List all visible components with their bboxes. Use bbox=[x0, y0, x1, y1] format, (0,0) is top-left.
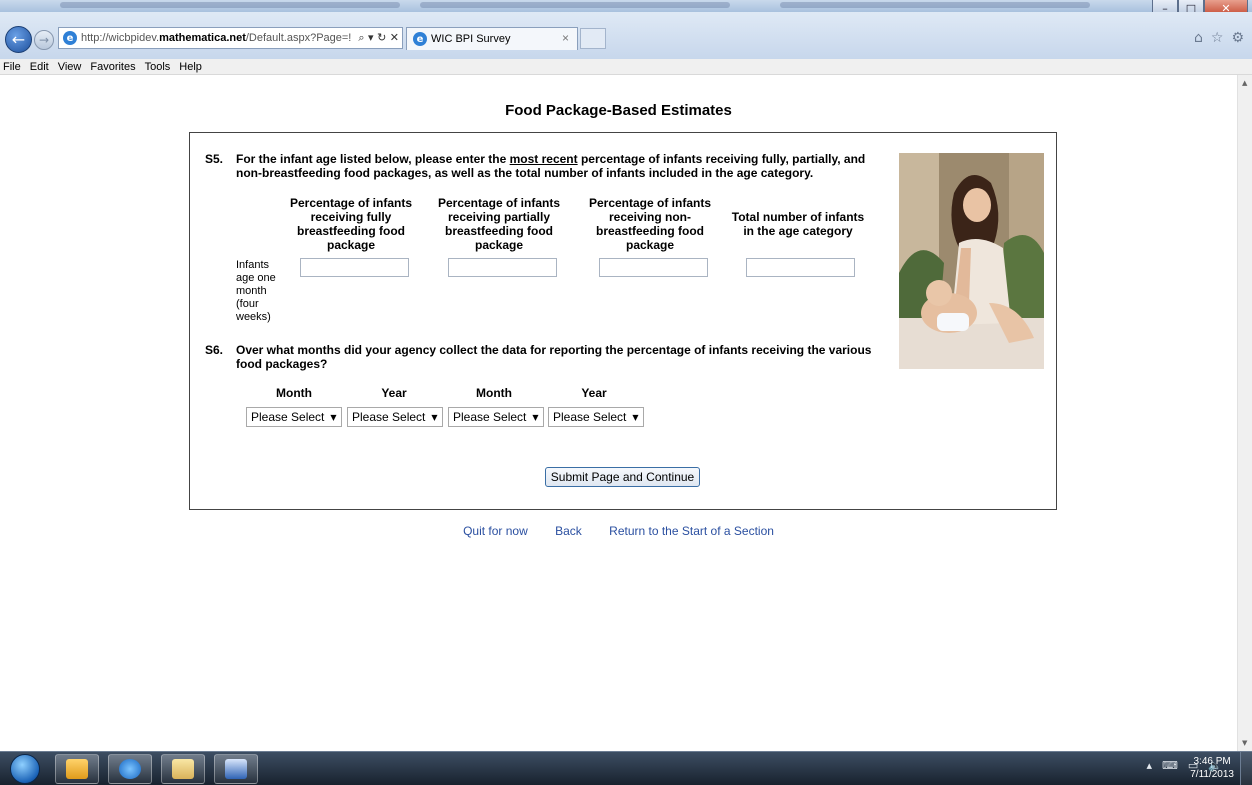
column-header-partially: Percentage of infants receiving partiall… bbox=[437, 196, 561, 252]
back-link[interactable]: Back bbox=[555, 524, 582, 538]
search-refresh-stop-icons[interactable]: ⌕ ▾ ↻ ✕ bbox=[356, 31, 399, 45]
folder-icon bbox=[172, 759, 194, 779]
url-domain: mathematica.net bbox=[159, 32, 246, 44]
vertical-scrollbar[interactable]: ▲ ▼ bbox=[1237, 75, 1252, 751]
start-month-header: Month bbox=[276, 386, 312, 400]
start-button-icon[interactable] bbox=[10, 754, 40, 784]
partially-breastfeeding-pct-input[interactable] bbox=[448, 258, 557, 277]
end-month-select[interactable]: Please Select ▼ bbox=[448, 407, 544, 427]
ie-favicon-icon: e bbox=[413, 32, 427, 46]
tray-expand-icon[interactable]: ▴ bbox=[1146, 759, 1152, 772]
url-path: /Default.aspx?Page=! bbox=[245, 32, 352, 44]
address-bar[interactable]: e http://wicbpidev. mathematica.net/Defau… bbox=[58, 27, 403, 49]
photo-illustration bbox=[899, 153, 1044, 369]
dropdown-caret-icon: ▼ bbox=[431, 412, 438, 422]
mother-infant-photo bbox=[899, 153, 1044, 369]
fully-breastfeeding-pct-input[interactable] bbox=[300, 258, 409, 277]
page-viewport: Food Package-Based Estimates S5. For the… bbox=[0, 75, 1237, 751]
select-value: Please Select bbox=[352, 410, 426, 424]
total-infants-input[interactable] bbox=[746, 258, 855, 277]
quit-for-now-link[interactable]: Quit for now bbox=[463, 524, 528, 538]
column-header-fully: Percentage of infants receiving fully br… bbox=[289, 196, 413, 252]
clock-date: 7/11/2013 bbox=[1190, 769, 1234, 780]
menu-favorites[interactable]: Favorites bbox=[90, 61, 135, 73]
return-to-section-start-link[interactable]: Return to the Start of a Section bbox=[609, 524, 774, 538]
dropdown-caret-icon: ▼ bbox=[330, 412, 337, 422]
menu-bar: File Edit View Favorites Tools Help bbox=[0, 59, 1252, 75]
word-icon bbox=[225, 759, 247, 779]
browser-toolbar: ← → e http://wicbpidev. mathematica.net/D… bbox=[0, 12, 1252, 59]
title-bar-content bbox=[420, 2, 730, 8]
scroll-up-arrow-icon[interactable]: ▲ bbox=[1242, 79, 1247, 87]
question-text-s5: For the infant age listed below, please … bbox=[236, 152, 886, 180]
new-tab-button[interactable] bbox=[580, 28, 606, 49]
start-year-header: Year bbox=[381, 386, 407, 400]
title-bar-content bbox=[780, 2, 1090, 8]
menu-file[interactable]: File bbox=[3, 61, 21, 73]
non-breastfeeding-pct-input[interactable] bbox=[599, 258, 708, 277]
select-value: Please Select bbox=[251, 410, 325, 424]
forward-arrow-icon[interactable]: → bbox=[34, 30, 54, 50]
scroll-down-arrow-icon[interactable]: ▼ bbox=[1242, 739, 1247, 747]
taskbar-word[interactable] bbox=[214, 754, 258, 784]
question-number-s6: S6. bbox=[205, 343, 224, 357]
menu-edit[interactable]: Edit bbox=[30, 61, 49, 73]
browser-right-icons: ⌂ ☆ ⚙ bbox=[1194, 30, 1244, 46]
select-value: Please Select bbox=[553, 410, 627, 424]
s5-text-line2: non-breastfeeding food packages, as well… bbox=[236, 166, 814, 180]
dropdown-caret-icon: ▼ bbox=[532, 412, 539, 422]
s5-text-underlined: most recent bbox=[509, 152, 578, 166]
footer-links: Quit for now Back Return to the Start of… bbox=[0, 524, 1237, 538]
tab-close-icon[interactable]: × bbox=[562, 31, 569, 45]
taskbar-clock[interactable]: 3:46 PM 7/11/2013 bbox=[1190, 755, 1234, 781]
dropdown-caret-icon: ▼ bbox=[632, 412, 639, 422]
select-value: Please Select bbox=[453, 410, 527, 424]
taskbar-explorer[interactable] bbox=[161, 754, 205, 784]
title-bar-content bbox=[60, 2, 400, 8]
show-desktop-button[interactable] bbox=[1240, 752, 1252, 785]
s5-text-after: percentage of infants receiving fully, p… bbox=[577, 152, 866, 166]
url-prefix: http://wicbpidev. bbox=[81, 32, 160, 44]
survey-form-box: S5. For the infant age listed below, ple… bbox=[189, 132, 1057, 510]
end-year-header: Year bbox=[581, 386, 607, 400]
end-month-header: Month bbox=[476, 386, 512, 400]
tray-device-icon[interactable]: ⌨ bbox=[1162, 759, 1178, 772]
internet-explorer-icon bbox=[119, 759, 141, 779]
end-year-select[interactable]: Please Select ▼ bbox=[548, 407, 644, 427]
row-label-infant-age: Infants age one month (four weeks) bbox=[236, 259, 276, 323]
tab-title: WIC BPI Survey bbox=[431, 33, 511, 45]
settings-gear-icon[interactable]: ⚙ bbox=[1231, 30, 1244, 46]
submit-continue-button[interactable]: Submit Page and Continue bbox=[545, 467, 700, 487]
taskbar-internet-explorer[interactable] bbox=[108, 754, 152, 784]
column-header-total: Total number of infants in the age categ… bbox=[731, 210, 865, 238]
window-title-bar: – □ ✕ bbox=[0, 0, 1252, 18]
menu-view[interactable]: View bbox=[58, 61, 82, 73]
ie-favicon-icon: e bbox=[63, 31, 77, 45]
taskbar-outlook[interactable] bbox=[55, 754, 99, 784]
question-text-s6: Over what months did your agency collect… bbox=[236, 343, 872, 371]
home-icon[interactable]: ⌂ bbox=[1194, 30, 1203, 46]
column-header-non: Percentage of infants receiving non-brea… bbox=[588, 196, 712, 252]
back-arrow-icon[interactable]: ← bbox=[5, 26, 32, 53]
s5-text-before: For the infant age listed below, please … bbox=[236, 152, 510, 166]
page-title: Food Package-Based Estimates bbox=[505, 102, 732, 119]
windows-taskbar: ▴ ⌨ ▭ 🔈 3:46 PM 7/11/2013 bbox=[0, 751, 1252, 785]
favorites-star-icon[interactable]: ☆ bbox=[1211, 30, 1224, 46]
start-year-select[interactable]: Please Select ▼ bbox=[347, 407, 443, 427]
menu-tools[interactable]: Tools bbox=[145, 61, 171, 73]
browser-tab[interactable]: e WIC BPI Survey × bbox=[406, 27, 578, 50]
question-number-s5: S5. bbox=[205, 152, 224, 166]
start-month-select[interactable]: Please Select ▼ bbox=[246, 407, 342, 427]
menu-help[interactable]: Help bbox=[179, 61, 202, 73]
outlook-icon bbox=[66, 759, 88, 779]
clock-time: 3:46 PM bbox=[1193, 756, 1231, 767]
